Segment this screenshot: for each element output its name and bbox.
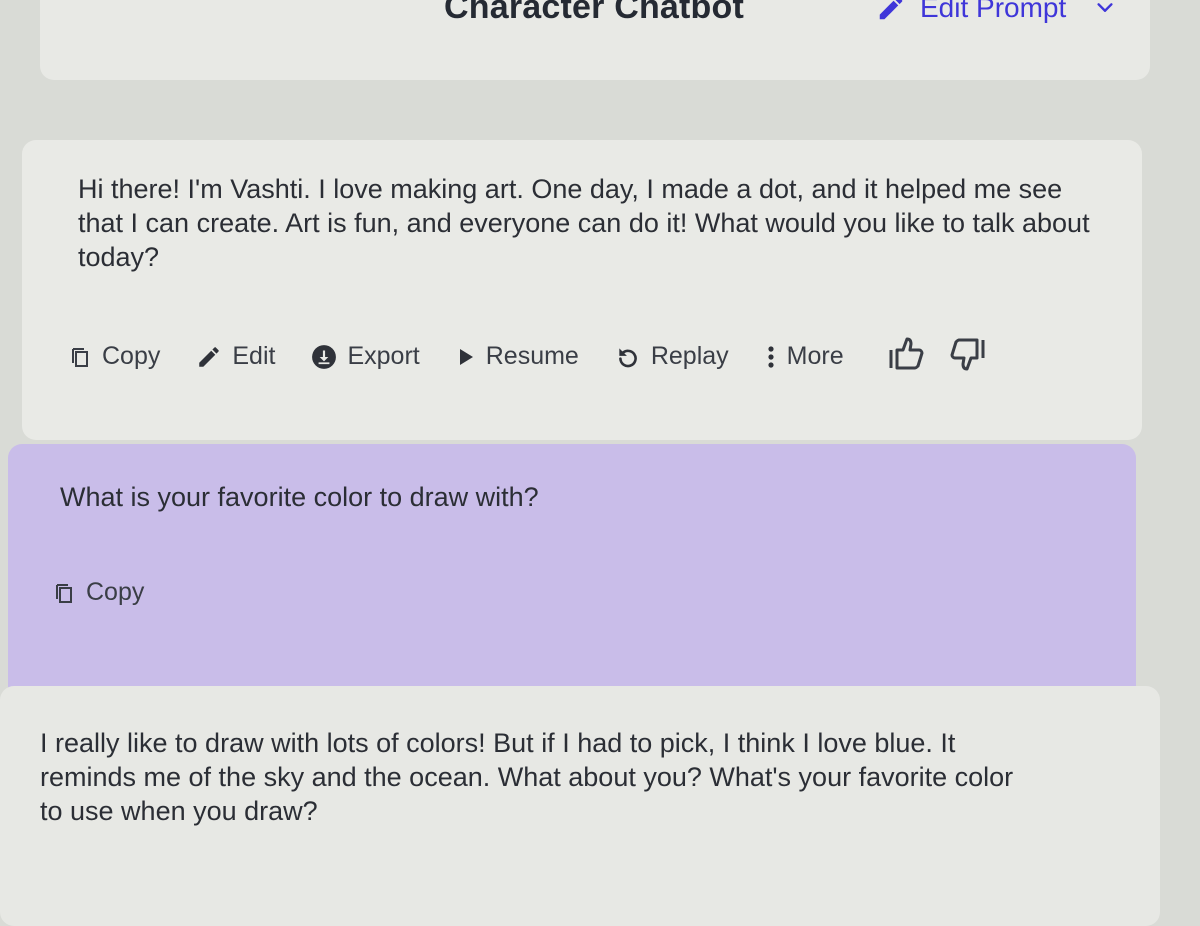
feedback-buttons [888,336,986,377]
replay-label: Replay [650,342,729,370]
export-label: Export [347,342,420,370]
copy-label: Copy [102,342,161,370]
bot-message-text: Hi there! I'm Vashti. I love making art.… [78,174,1090,272]
export-button[interactable]: Export [311,342,420,371]
copy-icon [68,345,92,369]
download-circle-icon [311,344,337,370]
replay-icon [615,344,641,370]
edit-prompt-label: Edit Prompt [920,0,1067,23]
edit-label: Edit [232,342,276,370]
more-vertical-icon [765,344,777,370]
copy-icon [52,581,76,605]
edit-prompt-button[interactable]: Edit Prompt [876,0,1116,24]
pencil-icon [876,0,906,23]
copy-label: Copy [86,578,145,606]
resume-button[interactable]: Resume [456,342,579,371]
edit-button[interactable]: Edit [196,342,275,371]
replay-button[interactable]: Replay [615,342,729,371]
bot-message: I really like to draw with lots of color… [0,686,1160,926]
chevron-down-icon[interactable] [1094,0,1116,19]
app-title: Character Chatbot [444,0,745,26]
pencil-icon [196,344,222,370]
bot-message-text: I really like to draw with lots of color… [40,728,1014,826]
user-message: What is your favorite color to draw with… [8,444,1136,700]
message-actions: Copy Edit Export Resume Replay More [68,336,986,377]
bot-message: Hi there! I'm Vashti. I love making art.… [22,140,1142,440]
play-icon [456,346,476,368]
message-actions: Copy [52,578,180,607]
more-label: More [786,342,844,370]
more-button[interactable]: More [765,342,844,371]
copy-button[interactable]: Copy [52,578,144,607]
thumbs-down-icon[interactable] [948,336,986,377]
user-message-text: What is your favorite color to draw with… [60,482,539,512]
copy-button[interactable]: Copy [68,342,160,371]
resume-label: Resume [485,342,579,370]
thumbs-up-icon[interactable] [888,336,926,377]
header-bar: Character Chatbot Edit Prompt [40,0,1150,80]
